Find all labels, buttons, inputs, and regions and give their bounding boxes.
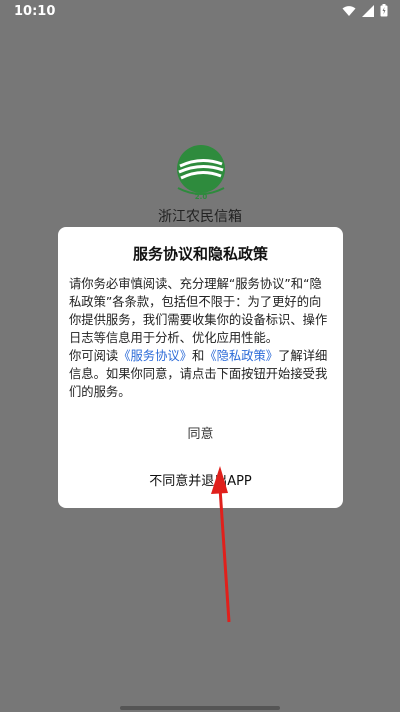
dialog-paragraph-terms: 请你务必审慎阅读、充分理解“服务协议”和“隐私政策”各条款，包括但不限于：为了更… <box>69 277 328 345</box>
wifi-icon <box>342 5 356 17</box>
dialog-title: 服务协议和隐私政策 <box>132 245 268 263</box>
service-agreement-link[interactable]: 《服务协议》 <box>118 349 192 363</box>
disagree-exit-button[interactable]: 不同意并退出APP <box>58 470 343 489</box>
privacy-policy-link[interactable]: 《隐私政策》 <box>204 349 278 363</box>
status-icons <box>342 4 388 17</box>
app-name: 浙江农民信箱 <box>158 209 242 225</box>
app-logo: 2.0 <box>172 144 230 202</box>
agree-button[interactable]: 同意 <box>58 423 343 442</box>
status-time: 10:10 <box>14 4 56 19</box>
status-bar: 10:10 <box>0 0 400 24</box>
dialog-body: 请你务必审慎阅读、充分理解“服务协议”和“隐私政策”各条款，包括但不限于：为了更… <box>69 275 333 401</box>
privacy-dialog: 服务协议和隐私政策 请你务必审慎阅读、充分理解“服务协议”和“隐私政策”各条款，… <box>58 227 343 508</box>
read-prefix: 你可阅读 <box>69 349 119 363</box>
signal-icon <box>362 4 374 17</box>
battery-icon <box>380 4 388 17</box>
gesture-nav-bar[interactable] <box>120 706 280 710</box>
dialog-paragraph-read: 你可阅读《服务协议》和《隐私政策》了解详细信息。如果你同意，请点击下面按钮开始接… <box>69 347 333 401</box>
and-text: 和 <box>192 349 205 363</box>
logo-version-text: 2.0 <box>195 193 208 201</box>
